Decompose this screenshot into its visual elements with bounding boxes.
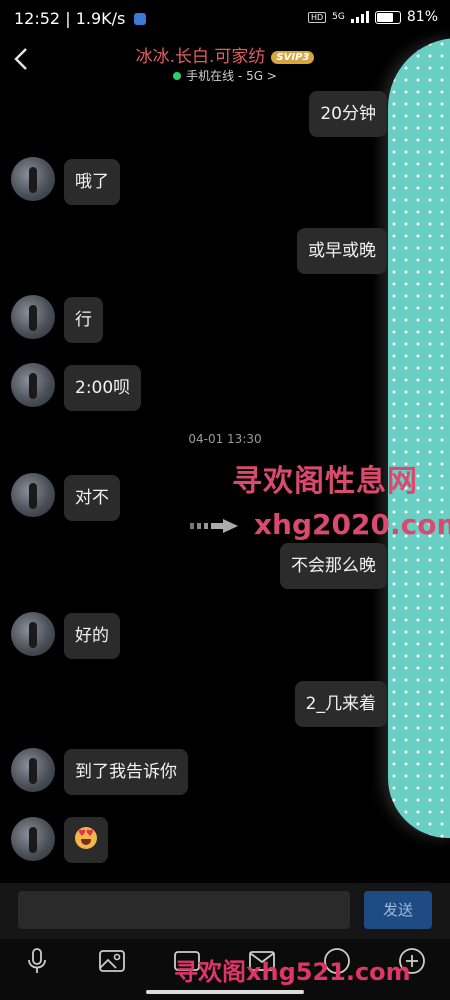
app-notification-icon: [134, 13, 147, 25]
message-bubble-outgoing[interactable]: 2_几来着: [294, 681, 387, 727]
chat-header: 冰冰.长白.可家纺 SVIP3 手机在线 - 5G >: [0, 38, 450, 88]
avatar[interactable]: [11, 748, 55, 792]
heart-eyes-emoji-icon: [75, 827, 97, 849]
message-bubble-incoming[interactable]: 到了我告诉你: [64, 749, 188, 795]
arrow-right-icon: [190, 519, 238, 533]
message-bubble-incoming[interactable]: 哦了: [64, 159, 120, 205]
battery-percent: 81%: [406, 9, 438, 25]
network-type: 5G: [332, 12, 345, 22]
avatar[interactable]: [11, 817, 55, 861]
avatar[interactable]: [11, 612, 55, 656]
signal-icon: [350, 11, 369, 23]
message-bubble-emoji[interactable]: [64, 817, 108, 863]
message-bubble-incoming[interactable]: 行: [64, 297, 103, 343]
network-speed: 1.9K/s: [75, 9, 126, 28]
watermark-url: xhg2020.com: [254, 508, 450, 541]
battery-icon: [374, 10, 401, 24]
avatar[interactable]: [11, 157, 55, 201]
message-bubble-outgoing[interactable]: 或早或晚: [297, 228, 387, 274]
send-button[interactable]: 发送: [364, 891, 432, 929]
message-timestamp: 04-01 13:30: [188, 432, 262, 446]
avatar[interactable]: [11, 473, 55, 517]
vip-badge: SVIP3: [271, 51, 315, 64]
message-bubble-outgoing[interactable]: 20分钟: [309, 91, 387, 137]
online-status: 手机在线 - 5G >: [0, 67, 450, 84]
avatar[interactable]: [11, 363, 55, 407]
composer: 发送: [0, 883, 450, 939]
message-bubble-incoming[interactable]: 对不: [64, 475, 120, 521]
image-icon[interactable]: [97, 946, 127, 976]
message-input[interactable]: [18, 891, 350, 929]
status-bar: 12:52 | 1.9K/s HD 5G 81%: [14, 9, 438, 28]
message-bubble-incoming[interactable]: 好的: [64, 613, 120, 659]
message-bubble-incoming[interactable]: 2:00呗: [64, 365, 142, 411]
home-indicator[interactable]: [146, 990, 304, 994]
avatar[interactable]: [11, 295, 55, 339]
online-status-text: 手机在线 - 5G >: [186, 69, 277, 83]
hd-badge: HD: [307, 11, 327, 23]
status-time: 12:52: [14, 9, 61, 28]
watermark-title: 寻欢阁性息网: [232, 464, 418, 499]
message-bubble-outgoing[interactable]: 不会那么晚: [280, 543, 387, 589]
watermark-bottom: 寻欢阁xhg521.com: [174, 958, 411, 986]
online-dot-icon: [173, 72, 182, 80]
chat-title[interactable]: 冰冰.长白.可家纺: [136, 47, 266, 67]
mic-icon[interactable]: [22, 946, 52, 976]
